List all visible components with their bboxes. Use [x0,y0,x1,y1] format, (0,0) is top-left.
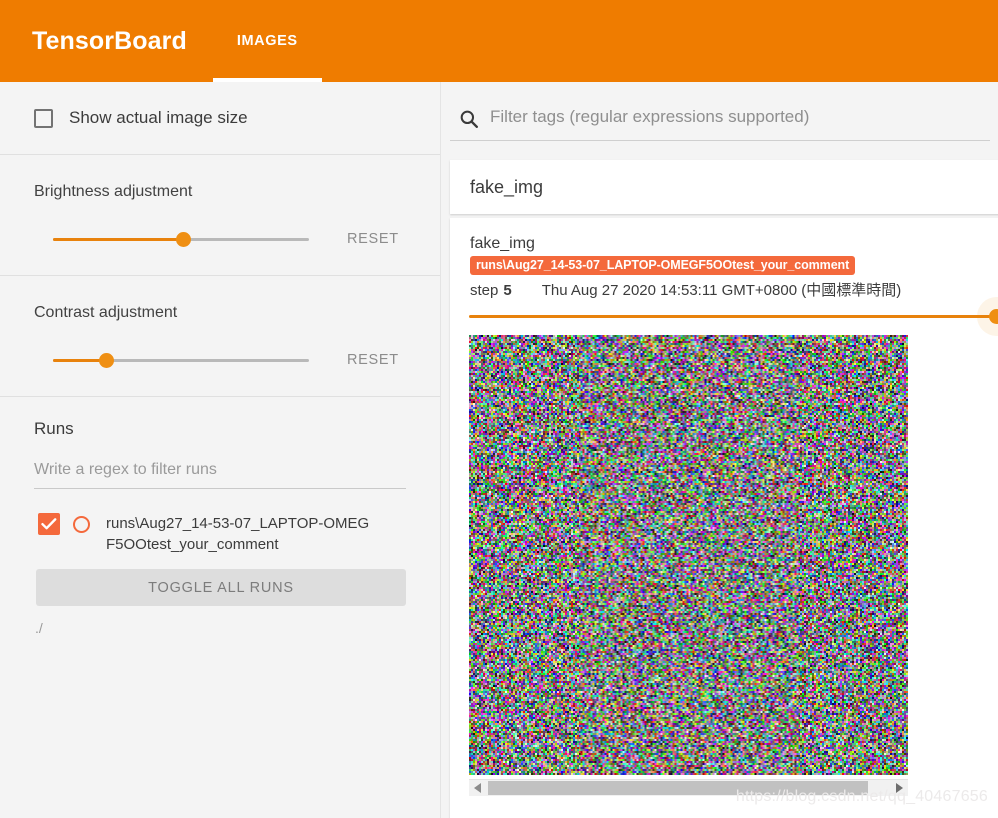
tab-images-label: IMAGES [236,33,298,49]
tensorboard-app: TensorBoard IMAGES Show actual image siz… [0,0,998,818]
runs-section: Runs runs\Aug27_14-53-07_LAPTOP-OMEGF5OO… [0,397,440,636]
run-label: runs\Aug27_14-53-07_LAPTOP-OMEGF5OOtest_… [106,515,370,553]
show-actual-image-size-label: Show actual image size [69,108,248,127]
runs-title: Runs [34,419,74,438]
step-label: step [470,282,499,299]
brightness-title: Brightness adjustment [34,183,193,200]
run-item: runs\Aug27_14-53-07_LAPTOP-OMEGF5OOtest_… [34,513,406,555]
watermark-text: https://blog.csdn.net/qq_40467656 [735,788,988,805]
image-run-badge: runs\Aug27_14-53-07_LAPTOP-OMEGF5OOtest_… [470,256,856,275]
step-slider[interactable] [469,297,998,336]
tag-filter-bar [450,98,990,141]
runs-filter-input[interactable] [34,461,406,489]
contrast-reset-button[interactable]: RESET [339,346,407,374]
tag-filter-input[interactable] [480,107,990,131]
step-slider-track [469,315,997,318]
step-value: 5 [503,282,512,299]
brightness-section: Brightness adjustment RESET [0,155,440,275]
brightness-slider-knob[interactable] [176,232,192,247]
scroll-left-icon[interactable] [469,780,486,796]
contrast-section: Contrast adjustment RESET [0,276,440,396]
search-icon [458,108,480,130]
show-actual-image-size-row[interactable]: Show actual image size [0,82,440,154]
logdir-label: ./ [35,620,43,636]
tag-group-title: fake_img [470,176,544,197]
main-pane: fake_img fake_img runs\Aug27_14-53-07_LA… [442,82,998,818]
image-tag-label: fake_img [470,235,535,252]
contrast-row: RESET [34,346,406,374]
contrast-slider[interactable] [53,349,309,371]
sidebar: Show actual image size Brightness adjust… [0,82,441,818]
run-radio[interactable] [73,516,90,533]
brightness-slider-fill [53,238,184,241]
toggle-all-runs-button[interactable]: TOGGLE ALL RUNS [36,569,406,606]
tab-bar: IMAGES [212,0,322,82]
contrast-slider-knob[interactable] [99,353,115,368]
image-step-row: step 5 Thu Aug 27 2020 14:53:11 GMT+0800… [470,279,996,300]
image-preview[interactable] [469,335,908,775]
tab-images[interactable]: IMAGES [212,0,322,82]
step-slider-knob[interactable] [989,309,998,324]
noise-image-canvas [469,335,908,775]
wall-time-label: Thu Aug 27 2020 14:53:11 GMT+0800 (中國標準時… [541,282,902,299]
brightness-slider[interactable] [53,228,309,250]
brightness-reset-button[interactable]: RESET [339,225,407,253]
image-card-meta: fake_img runs\Aug27_14-53-07_LAPTOP-OMEG… [450,234,998,300]
image-card: fake_img runs\Aug27_14-53-07_LAPTOP-OMEG… [450,218,998,818]
run-checkbox[interactable] [38,513,60,535]
brightness-row: RESET [34,225,406,253]
show-actual-image-size-checkbox[interactable] [34,108,53,128]
app-bar: TensorBoard IMAGES [0,0,998,82]
app-brand: TensorBoard [32,26,187,55]
contrast-title: Contrast adjustment [34,304,178,321]
tag-group-header-card[interactable]: fake_img [450,160,998,214]
